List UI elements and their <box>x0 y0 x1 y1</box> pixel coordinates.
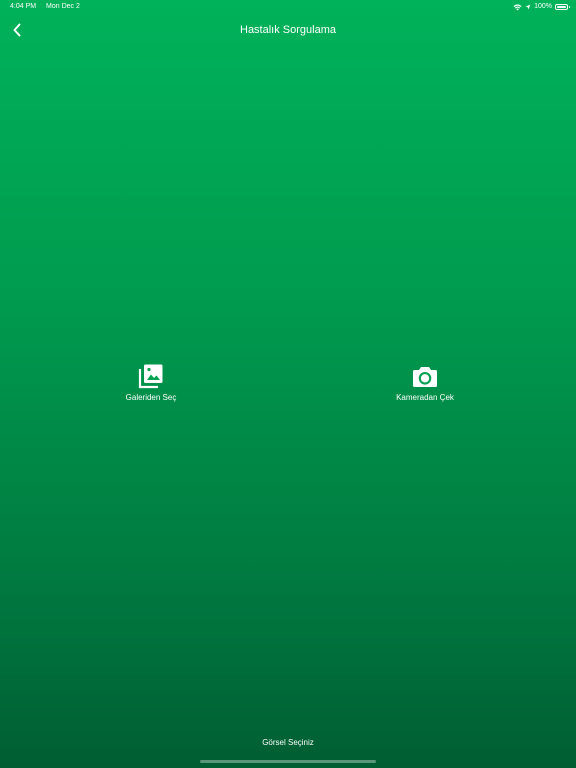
battery-icon <box>555 4 570 10</box>
battery-percentage: 100% <box>534 3 552 10</box>
status-bar: 4:04 PM Mon Dec 2 100% <box>0 0 576 14</box>
status-date: Mon Dec 2 <box>46 3 80 10</box>
status-left: 4:04 PM Mon Dec 2 <box>10 0 88 14</box>
camera-capture-label: Kameradan Çek <box>396 393 454 402</box>
select-image-prompt: Görsel Seçiniz <box>262 738 314 747</box>
camera-icon <box>411 362 439 390</box>
gallery-select-label: Galeriden Seç <box>125 393 177 402</box>
status-time: 4:04 PM <box>10 3 37 10</box>
status-right: 100% <box>513 0 570 14</box>
camera-capture-button[interactable]: Kameradan Çek <box>370 362 480 403</box>
home-indicator[interactable] <box>200 760 376 763</box>
navigation-bar: Hastalık Sorgulama <box>0 18 576 42</box>
page-title: Hastalık Sorgulama <box>240 24 336 36</box>
gallery-select-button[interactable]: Galeriden Seç <box>96 362 206 403</box>
photo-library-icon <box>137 362 165 390</box>
wifi-icon <box>513 3 522 10</box>
location-arrow-icon <box>525 4 531 10</box>
battery-level-fill <box>557 6 566 8</box>
